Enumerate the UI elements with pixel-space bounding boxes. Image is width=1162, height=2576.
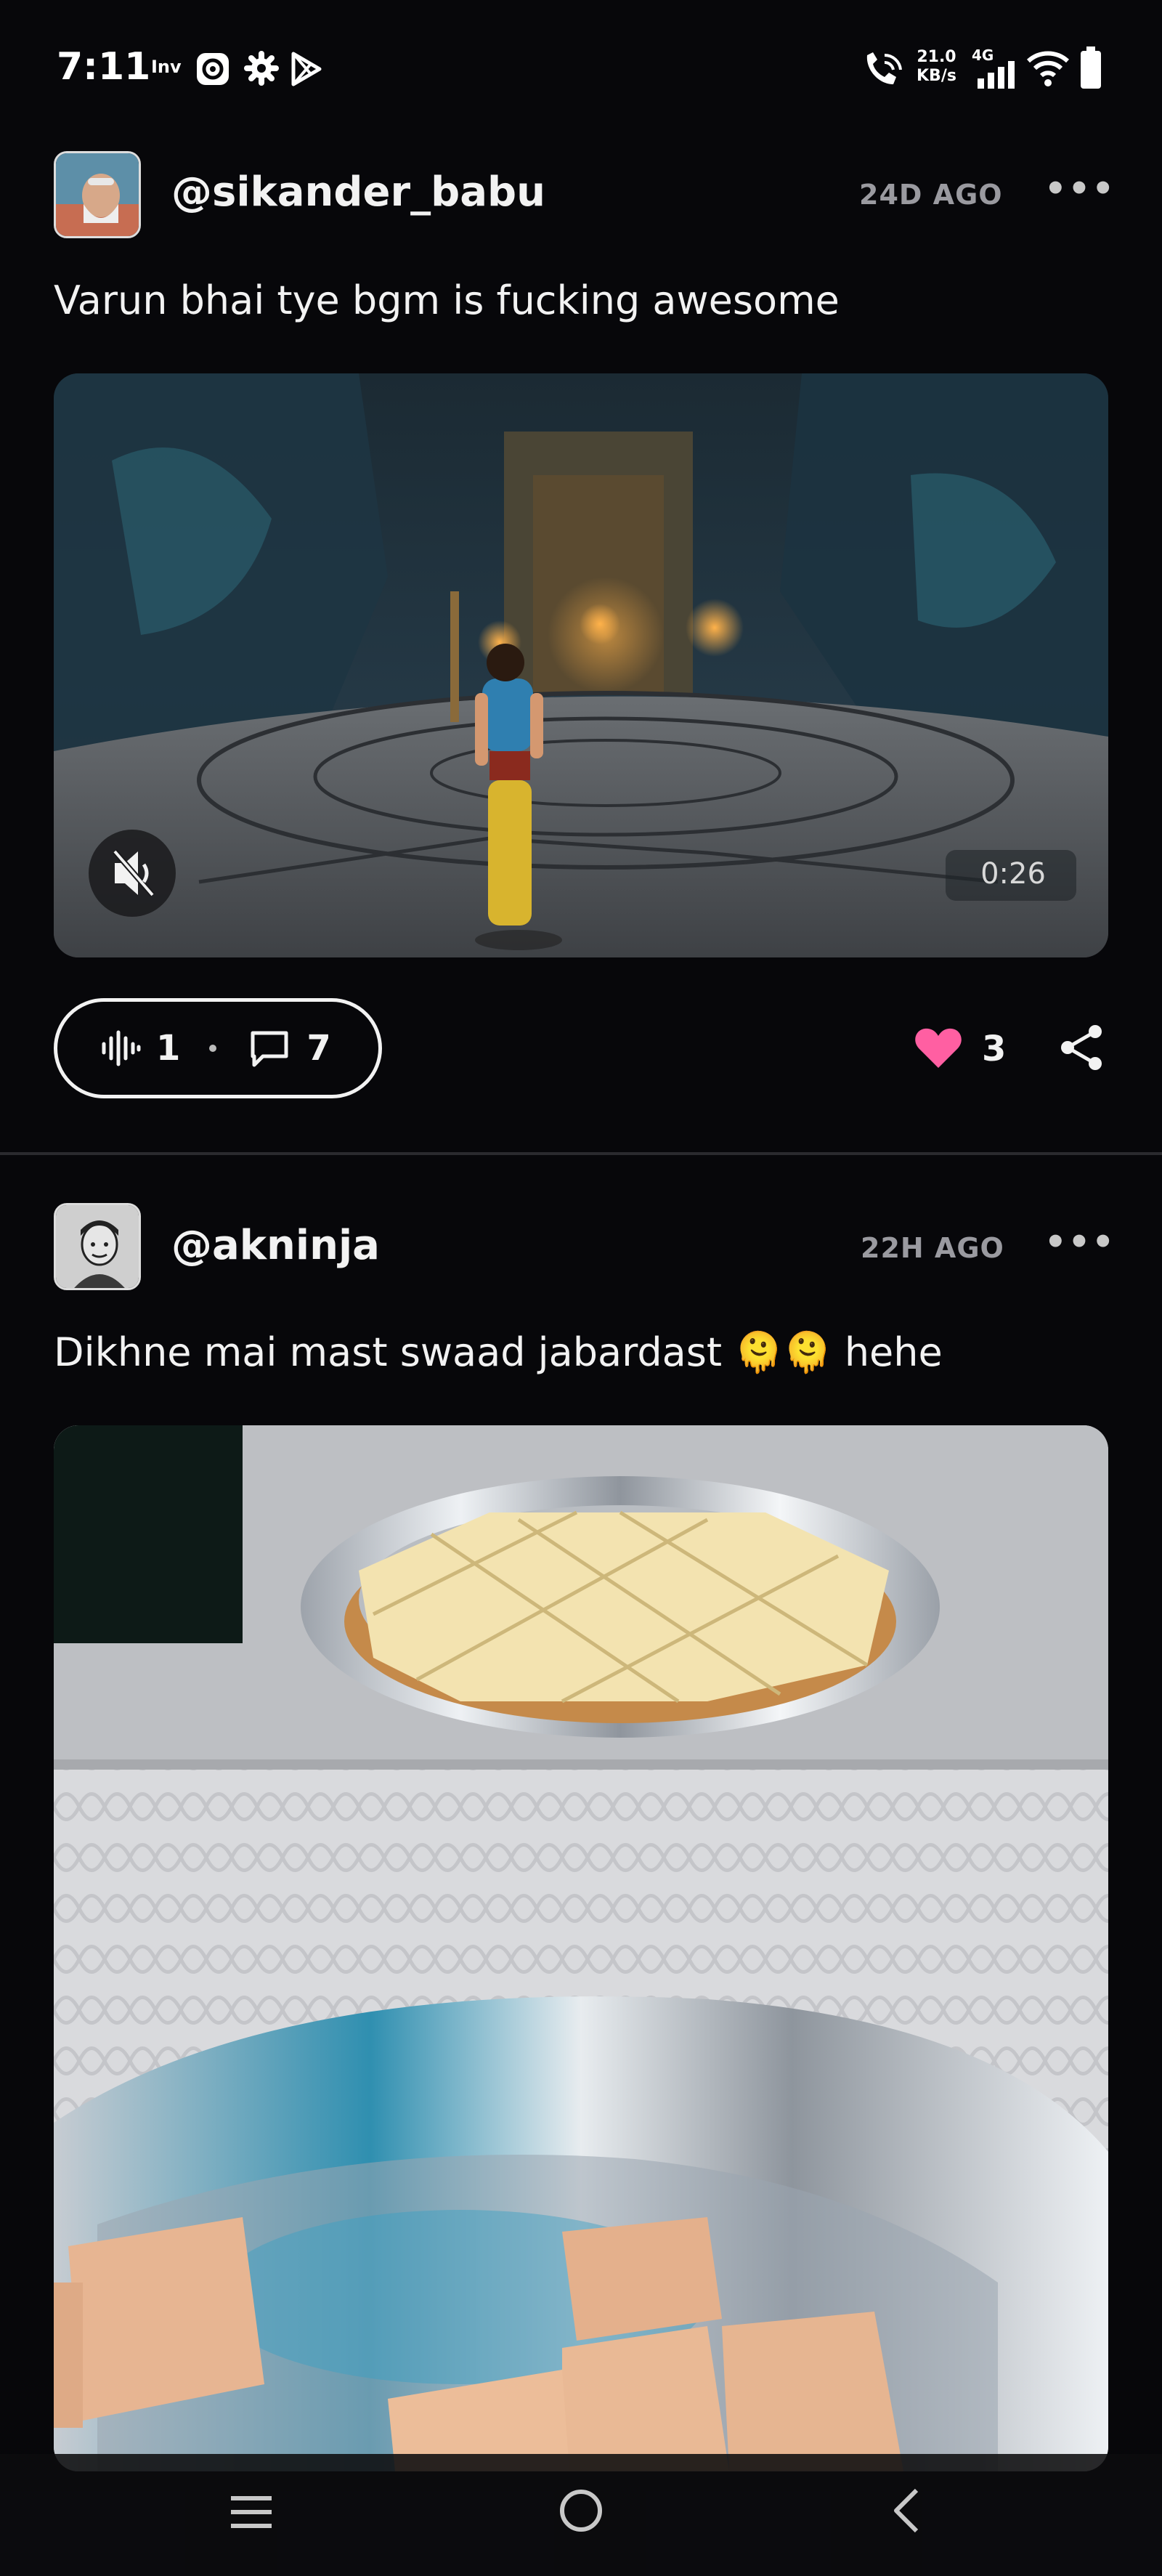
home-circle-icon[interactable] — [558, 2487, 604, 2534]
heart-icon[interactable] — [914, 1026, 963, 1071]
net-speed-value: 21.0 — [917, 48, 956, 66]
user-avatar-image — [56, 153, 139, 236]
voice-count: 1 — [156, 1028, 181, 1069]
call-wifi-icon — [866, 52, 902, 84]
like-count: 3 — [982, 1029, 1007, 1069]
comment-icon[interactable] — [248, 1029, 290, 1068]
net-speed: 21.0 KB/s — [917, 48, 956, 86]
system-nav-bar — [0, 2454, 1162, 2576]
comment-count: 7 — [306, 1028, 331, 1069]
engagement-pill[interactable]: 1 7 — [54, 998, 382, 1098]
menu-icon[interactable] — [229, 2493, 273, 2531]
avatar[interactable] — [54, 1203, 141, 1290]
signal-icon — [978, 61, 1015, 89]
post-image[interactable] — [54, 1425, 1108, 2471]
battery-icon — [1081, 46, 1101, 89]
waveform-icon — [102, 1030, 141, 1066]
back-chevron-icon[interactable] — [890, 2486, 922, 2535]
avatar[interactable] — [54, 151, 141, 238]
wifi-icon — [1026, 51, 1070, 86]
photo-sweets — [54, 1425, 1108, 2471]
video-duration: 0:26 — [980, 857, 1046, 891]
play-store-icon — [291, 52, 322, 86]
status-time: 7:11 — [57, 45, 151, 89]
radio-icon — [197, 53, 229, 85]
more-options-button[interactable]: ••• — [1044, 1222, 1116, 1263]
post-age: 24D AGO — [859, 179, 1003, 211]
more-options-button[interactable]: ••• — [1044, 169, 1116, 209]
video-frame — [54, 373, 1108, 957]
post-divider — [0, 1152, 1162, 1155]
share-icon[interactable] — [1059, 1023, 1105, 1072]
post-text: Varun bhai tye bgm is fucking awesome — [54, 278, 840, 323]
net-speed-unit: KB/s — [917, 67, 956, 85]
username[interactable]: @akninja — [171, 1222, 380, 1269]
inv-label: Inv — [151, 57, 182, 77]
post-text: Dikhne mai mast swaad jabardast 🫠🫠 hehe — [54, 1329, 943, 1375]
gear-icon — [244, 51, 279, 86]
post-card[interactable]: @sikander_babu 24D AGO ••• Varun bhai ty… — [0, 138, 1162, 1152]
username[interactable]: @sikander_babu — [171, 169, 545, 216]
user-avatar-image — [56, 1205, 139, 1288]
separator-dot — [209, 1045, 217, 1052]
post-card[interactable]: @akninja 22H AGO ••• Dikhne mai mast swa… — [0, 1184, 1162, 2576]
post-age: 22H AGO — [861, 1232, 1004, 1264]
post-video[interactable]: 0:26 — [54, 373, 1108, 957]
status-bar: 7:11 Inv 21.0 KB/s 4G — [0, 0, 1162, 138]
